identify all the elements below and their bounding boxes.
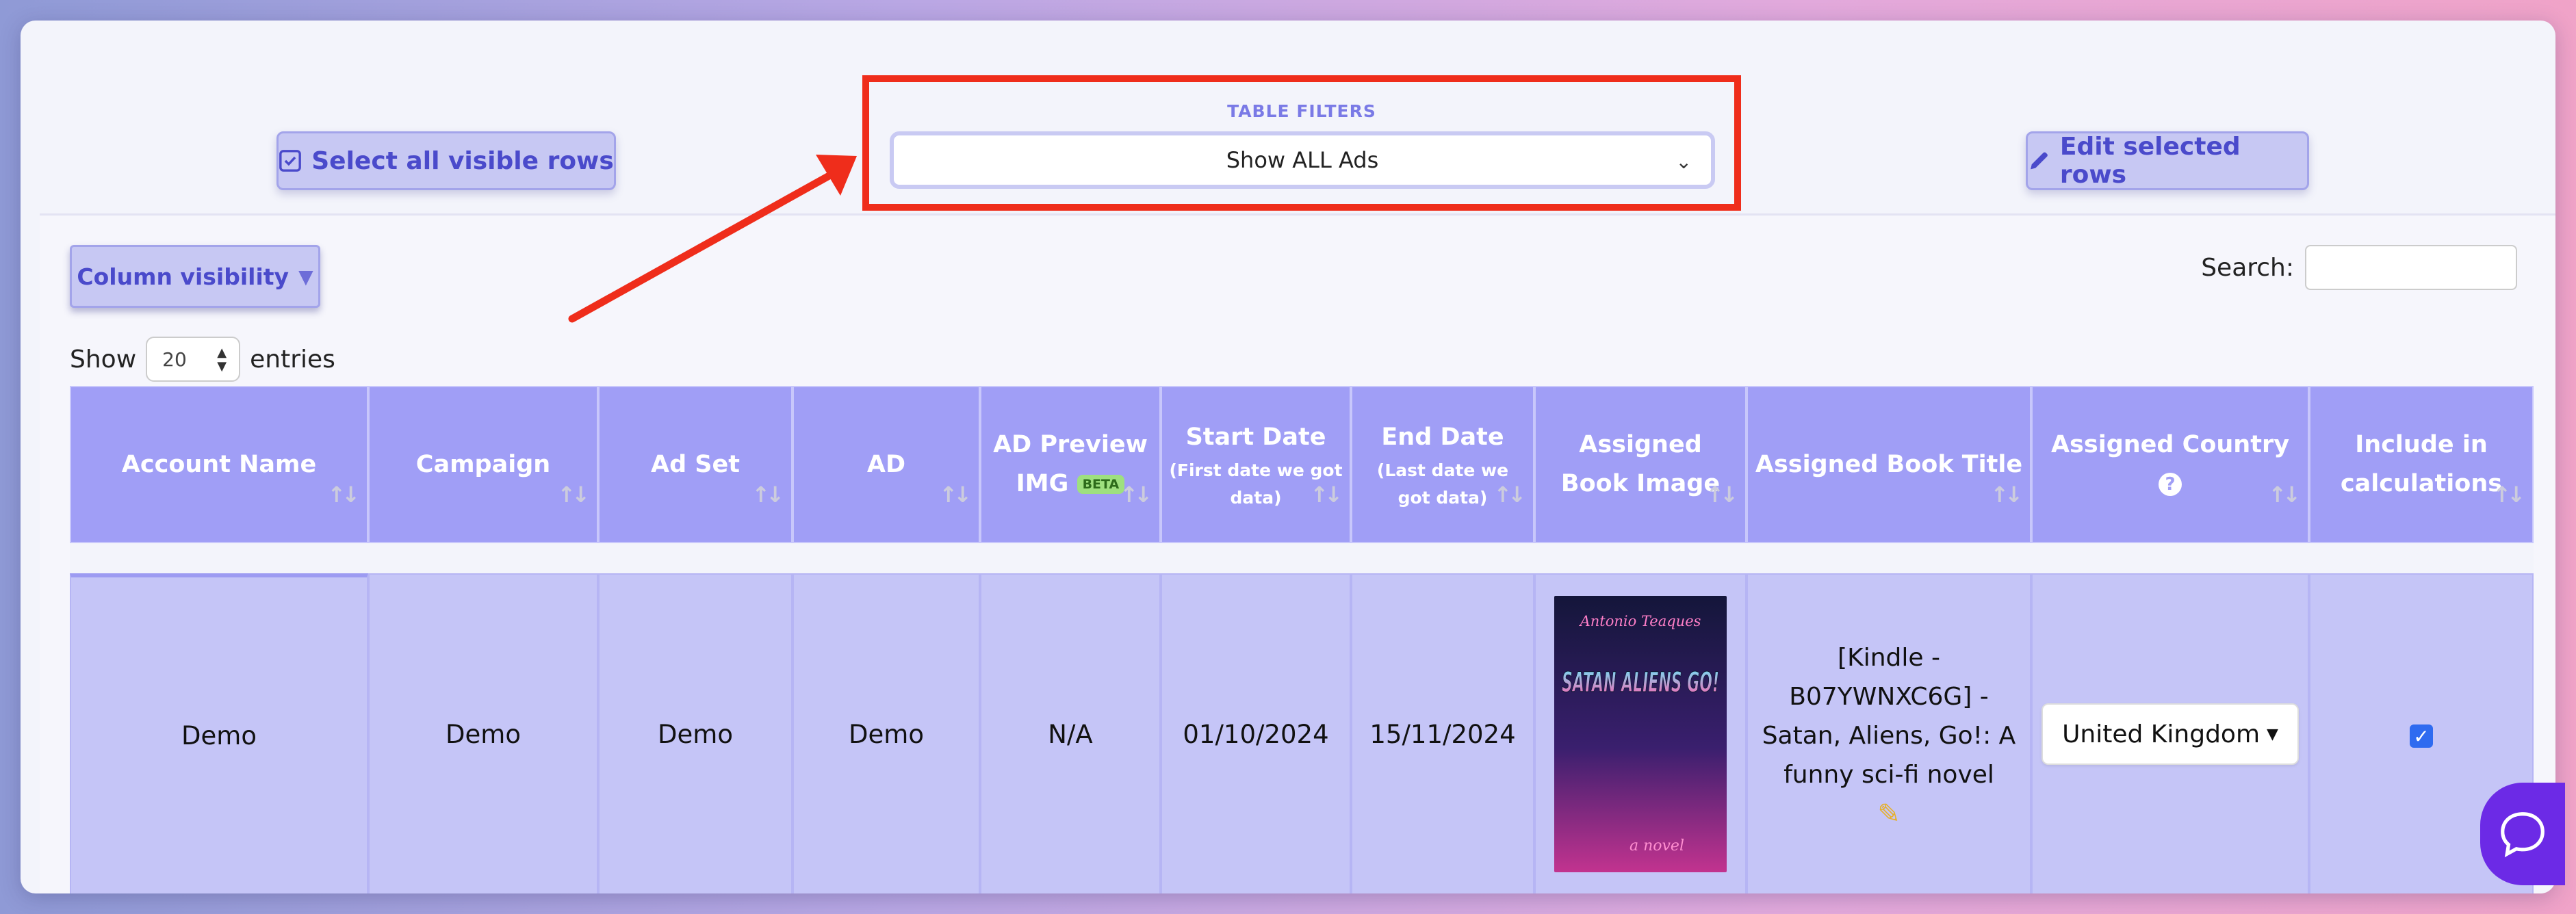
chat-bubble-icon xyxy=(2501,812,2545,858)
chat-widget-button[interactable] xyxy=(2480,783,2565,885)
annotation-arrow xyxy=(568,155,857,323)
